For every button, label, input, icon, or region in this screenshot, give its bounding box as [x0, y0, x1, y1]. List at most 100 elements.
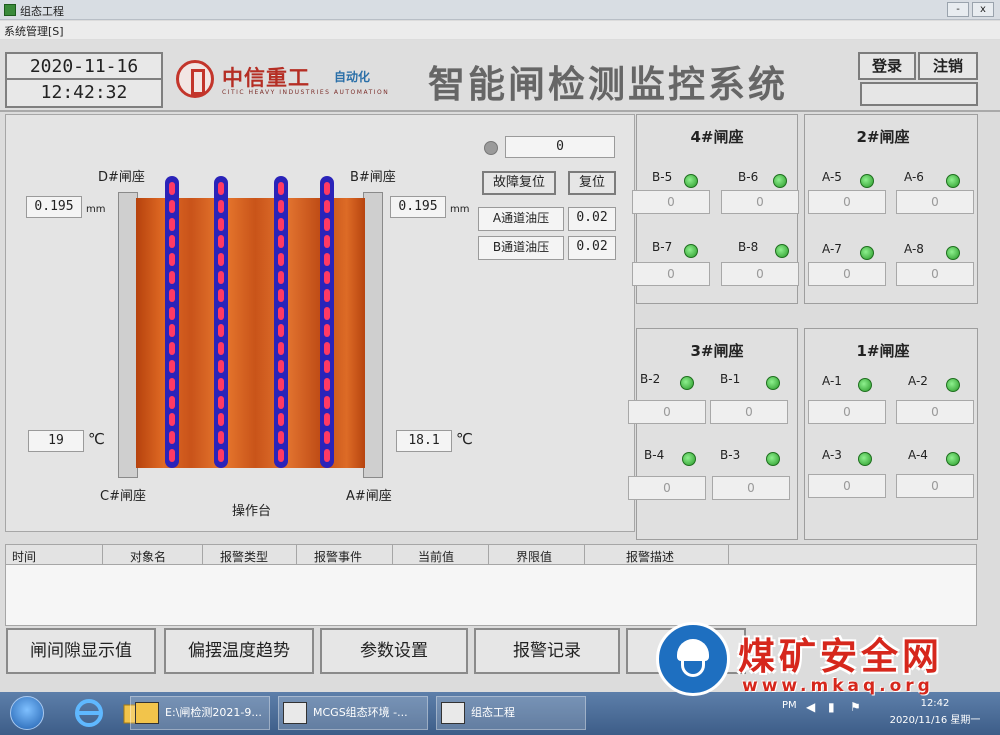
taskbar-item-project[interactable]: 组态工程: [436, 696, 586, 730]
sensor-value: 0: [721, 262, 799, 286]
sensor-value: 0: [710, 400, 788, 424]
gap-right-value: 0.195: [390, 196, 446, 218]
alarm-records-button[interactable]: 报警记录: [474, 628, 620, 674]
bar-segment: [169, 324, 175, 338]
bar-segment: [278, 235, 284, 249]
col-alarm-type: 报警类型: [220, 550, 269, 564]
sensor-label: A-3: [822, 448, 842, 462]
bar-segment: [324, 253, 330, 267]
bar-segment: [218, 449, 224, 462]
bar-segment: [218, 217, 224, 231]
group-title: 2#闸座: [856, 128, 910, 146]
sensor-status-icon: [766, 452, 780, 466]
bar-segment: [218, 342, 224, 356]
brake-post-right: [363, 192, 383, 478]
bar-segment: [278, 324, 284, 338]
temp-right-value: 18.1: [396, 430, 452, 452]
minimize-button[interactable]: -: [947, 2, 969, 17]
system-clock[interactable]: 12:42 2020/11/16 星期一: [880, 695, 990, 729]
volume-icon[interactable]: ◀: [806, 700, 815, 714]
sensor-value: 0: [712, 476, 790, 500]
ie-icon[interactable]: [70, 697, 108, 729]
bar-segment: [324, 342, 330, 356]
temperature-trend-button[interactable]: 偏摆温度趋势: [164, 628, 314, 674]
parameter-settings-button[interactable]: 参数设置: [320, 628, 468, 674]
bar-segment: [324, 449, 330, 462]
taskbar-item-folder[interactable]: E:\闸检测2021-9...: [130, 696, 270, 730]
menu-system[interactable]: 系统管理[S]: [4, 23, 64, 39]
sensor-status-icon: [680, 376, 694, 390]
clock-date: 2020/11/16 星期一: [889, 715, 981, 726]
bar-segment: [218, 182, 224, 195]
flag-icon[interactable]: ⚑: [850, 700, 861, 714]
sensor-value: 0: [628, 400, 706, 424]
window-title: 组态工程: [20, 5, 64, 18]
a-oil-pressure-value: 0.02: [568, 207, 616, 231]
gap-left-value: 0.195: [26, 196, 82, 218]
gap-display-button[interactable]: 闸间隙显示值: [6, 628, 156, 674]
taskbar-item-mcgs[interactable]: MCGS组态环境 -...: [278, 696, 428, 730]
bar-segment: [169, 449, 175, 462]
sensor-status-icon: [773, 174, 787, 188]
watermark-text: 煤矿安全网: [738, 635, 943, 678]
b-oil-pressure-value: 0.02: [568, 236, 616, 260]
close-button[interactable]: x: [972, 2, 994, 17]
bar-segment: [324, 288, 330, 302]
bar-segment: [218, 253, 224, 267]
bar-segment: [218, 431, 224, 445]
bar-segment: [169, 413, 175, 427]
sensor-label: B-4: [644, 448, 665, 462]
fault-reset-button[interactable]: 故障复位: [482, 171, 556, 195]
app-icon: [4, 4, 16, 16]
watermark-url: www.mkaq.org: [742, 676, 934, 696]
network-icon[interactable]: ▮: [828, 700, 835, 714]
bar-segment: [278, 431, 284, 445]
sensor-status-icon: [946, 174, 960, 188]
logo-emblem-icon: [176, 60, 214, 98]
start-button[interactable]: [10, 696, 44, 730]
bar-segment: [218, 288, 224, 302]
status-value: 0: [505, 136, 615, 158]
reset-button[interactable]: 复位: [568, 171, 616, 195]
sensor-status-icon: [946, 452, 960, 466]
temp-right-unit: ℃: [456, 430, 473, 448]
bar-segment: [278, 217, 284, 231]
group-title: 3#闸座: [690, 342, 744, 360]
bar-segment: [324, 360, 330, 373]
sensor-label: B-1: [720, 372, 741, 386]
bar-segment: [324, 377, 330, 391]
sensor-label: A-7: [822, 242, 842, 256]
alarm-table: 时间 对象名 报警类型 报警事件 当前值 界限值 报警描述: [5, 544, 977, 626]
bar-segment: [218, 271, 224, 284]
bar-segment: [169, 342, 175, 356]
sensor-value: 0: [628, 476, 706, 500]
sensor-label: B-2: [640, 372, 661, 386]
status-lamp-icon: [484, 141, 498, 155]
bar-segment: [324, 182, 330, 195]
bar-segment: [169, 235, 175, 249]
console-label: 操作台: [232, 504, 272, 519]
login-button[interactable]: 登录: [858, 52, 916, 80]
input-language[interactable]: PM: [782, 700, 797, 711]
sensor-label: A-1: [822, 374, 842, 388]
sensor-value: 0: [896, 190, 974, 214]
date-display: 2020-11-16: [7, 54, 161, 80]
bar-segment: [169, 271, 175, 284]
bar-segment: [324, 217, 330, 231]
brake-post-left: [118, 192, 138, 478]
sensor-bar-3: [274, 176, 288, 468]
sensor-status-icon: [684, 174, 698, 188]
bar-segment: [324, 395, 330, 409]
b-seat-label: B#闸座: [350, 170, 396, 185]
time-display: 12:42:32: [40, 82, 128, 103]
col-description: 报警描述: [626, 550, 675, 564]
a-oil-pressure-label: A通道油压: [478, 207, 564, 231]
sensor-status-icon: [858, 452, 872, 466]
sensor-value: 0: [896, 400, 974, 424]
bar-segment: [169, 377, 175, 391]
logout-button[interactable]: 注销: [918, 52, 978, 80]
bar-segment: [324, 235, 330, 249]
bar-segment: [169, 360, 175, 373]
datetime-box: 2020-11-16 12:42:32: [5, 52, 163, 108]
sensor-value: 0: [632, 262, 710, 286]
